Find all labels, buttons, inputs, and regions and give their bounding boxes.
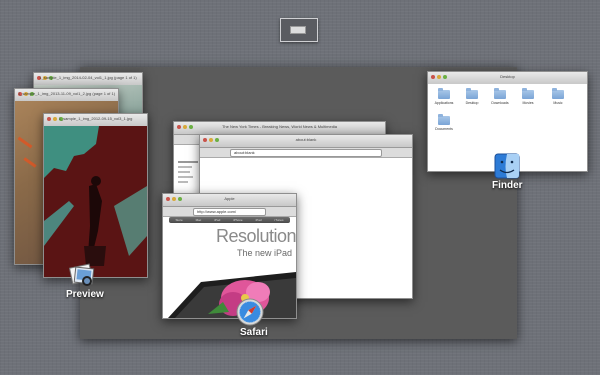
nav-item[interactable]: Store (175, 218, 182, 222)
folder-icon (466, 88, 478, 99)
nav-item[interactable]: iPod (214, 218, 220, 222)
photo-artwork (44, 126, 147, 266)
finder-item[interactable]: Desktop (458, 88, 486, 105)
nav-item[interactable]: iTunes (275, 218, 284, 222)
apple-nav-bar: Store Mac iPod iPhone iPad iTunes (169, 217, 290, 223)
window-title: 1_sample_1_img_2012-09-15_vol3_1.jpg (58, 116, 133, 121)
finder-item-label: Music (553, 101, 563, 105)
finder-item[interactable]: Downloads (486, 88, 514, 105)
window-title: Apple (224, 196, 235, 201)
window-title: The New York Times - Breaking News, Worl… (221, 124, 338, 129)
finder-item[interactable]: Music (544, 88, 572, 105)
preview-label[interactable]: Preview (66, 289, 104, 300)
photo-detail (23, 157, 37, 168)
nav-item[interactable]: Mac (196, 218, 202, 222)
finder-item[interactable]: Applications (430, 88, 458, 105)
desktop-thumbnail[interactable] (280, 18, 318, 42)
folder-icon (552, 88, 564, 99)
finder-item-label: Applications (434, 101, 454, 105)
window-title: Desktop (500, 74, 515, 79)
folder-icon (438, 114, 450, 125)
page-subline: The new iPad (237, 248, 293, 258)
nav-item[interactable]: iPad (256, 218, 262, 222)
desktop-thumbnail-preview (290, 26, 306, 34)
window-title: about:blank (295, 137, 317, 142)
nav-item[interactable]: iPhone (233, 218, 242, 222)
photo (44, 126, 147, 277)
address-bar[interactable]: http://www.apple.com/ (163, 207, 296, 217)
title-bar: about:blank (200, 135, 412, 148)
page-headline: Resolution (216, 226, 297, 246)
url-field[interactable]: about:blank (230, 149, 382, 157)
preview-icon[interactable] (68, 262, 96, 288)
finder-item-label: Downloads (491, 101, 509, 105)
folder-icon (494, 88, 506, 99)
url-field[interactable]: http://www.apple.com/ (193, 208, 266, 216)
safari-label[interactable]: Safari (240, 327, 268, 338)
folder-icon (438, 88, 450, 99)
folder-icon (522, 88, 534, 99)
safari-icon[interactable] (236, 298, 264, 326)
title-bar: Apple (163, 194, 296, 207)
ipad-promo-image (168, 272, 296, 318)
photo-detail (17, 136, 33, 149)
finder-item[interactable]: Movies (514, 88, 542, 105)
finder-icon[interactable] (494, 153, 520, 179)
preview-window-front[interactable]: 1_sample_1_img_2012-09-15_vol3_1.jpg (43, 113, 148, 278)
finder-item-label: Desktop (465, 101, 479, 105)
finder-item-label: Movies (522, 101, 534, 105)
finder-label[interactable]: Finder (492, 180, 523, 191)
finder-item[interactable]: Documents (430, 114, 458, 131)
safari-window-apple[interactable]: Apple http://www.apple.com/ Store Mac iP… (162, 193, 297, 319)
window-title: 1_sample_1_img_2014-02-04_vol1_1.jpg (pa… (39, 75, 137, 80)
window-title: 1_sample_1_img_2013-11-09_vol1_2.jpg (pa… (17, 91, 116, 96)
finder-item-label: Documents (435, 127, 453, 131)
address-bar[interactable]: about:blank (200, 148, 412, 158)
